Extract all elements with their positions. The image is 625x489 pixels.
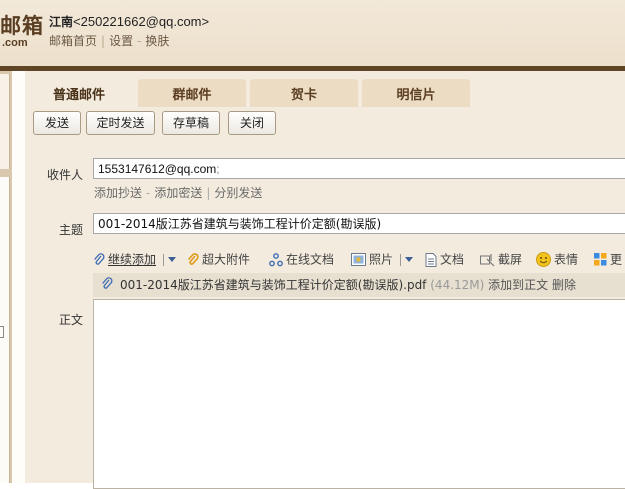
smiley-icon [536,252,551,267]
recipient-options: 添加抄送 - 添加密送 | 分别发送 [94,184,262,201]
mailbox-home-link[interactable]: 邮箱首页 [49,34,97,48]
attachment-size: (44.12M) [430,278,485,292]
sidebar-panel [0,74,10,169]
add-to-body-link[interactable]: 添加到正文 [488,278,548,292]
subject-field[interactable]: 001-2014版江苏省建筑与装饰工程计价定额(勘误版) [93,213,625,234]
grid-apps-icon [594,253,607,266]
sidebar-edge [0,71,12,483]
chevron-down-icon[interactable] [404,257,413,262]
emoji-label: 表情 [554,252,579,267]
save-draft-button[interactable]: 存草稿 [162,111,220,135]
send-button[interactable]: 发送 [33,111,81,135]
tab-group-mail[interactable]: 群邮件 [138,79,246,107]
document-button[interactable]: 文档 [425,250,464,268]
recipient-address: 1553147612@qq.com [98,162,217,176]
body-editor[interactable] [93,299,625,489]
delete-attachment-link[interactable]: 删除 [552,278,576,292]
separator: | [101,34,106,48]
separator: - [146,186,151,200]
continue-add-attachment-button[interactable]: 继续添加 [93,250,176,268]
subject-text: 001-2014版江苏省建筑与装饰工程计价定额(勘误版) [98,217,382,231]
continue-add-label: 继续添加 [108,252,157,267]
screenshot-label: 截屏 [498,252,523,267]
sidebar-collapse-handle[interactable] [0,326,4,338]
document-label: 文档 [440,252,465,267]
split-send-link[interactable]: 分别发送 [214,186,262,200]
compose-toolbar: 发送 定时发送 存草稿 关闭 [25,107,625,141]
attachment-toolbar: 继续添加 超大附件 在线文档 照片 文档 截屏 表情 更 [93,248,625,270]
large-attachment-icon [187,252,199,265]
online-doc-button[interactable]: 在线文档 [269,250,334,268]
add-bcc-link[interactable]: 添加密送 [154,186,202,200]
separator [399,253,401,266]
more-button[interactable]: 更 [594,250,622,268]
compose-form: 收件人 1553147612@qq.com; 添加抄送 - 添加密送 | 分别发送 主题… [25,141,625,489]
tab-greeting-card[interactable]: 贺卡 [250,79,358,107]
settings-link[interactable]: 设置 [109,34,133,48]
user-identity: 江南<250221662@qq.com> [49,13,209,30]
screenshot-button[interactable]: 截屏 [480,250,522,268]
logo-domain: .com [2,37,28,49]
gutter [12,71,25,483]
separator: | [206,186,211,200]
super-attachment-button[interactable]: 超大附件 [187,250,250,268]
scissors-icon [480,253,495,266]
document-icon [425,252,437,267]
photo-icon [351,253,366,266]
more-label: 更 [610,252,623,267]
recipient-label: 收件人 [46,168,83,182]
photo-button[interactable]: 照片 [351,250,413,268]
close-button[interactable]: 关闭 [228,111,276,135]
photo-label: 照片 [369,252,394,267]
tab-normal-mail[interactable]: 普通邮件 [25,79,133,107]
user-email: <250221662@qq.com> [73,14,210,29]
recipient-field[interactable]: 1553147612@qq.com; [93,158,625,179]
scheduled-send-button[interactable]: 定时发送 [86,111,155,135]
separator [162,253,164,266]
logo-text: 邮箱 [0,14,44,38]
subject-label: 主题 [58,223,83,237]
paperclip-icon [102,277,113,289]
header-links: 邮箱首页 | 设置 - 换肤 [49,32,169,49]
recipient-separator: ; [216,162,220,176]
online-doc-icon [269,252,283,266]
chevron-down-icon[interactable] [167,257,176,262]
attachment-info: 001-2014版江苏省建筑与装饰工程计价定额(勘误版).pdf (44.12M… [120,273,576,297]
attachment-item: 001-2014版江苏省建筑与装饰工程计价定额(勘误版).pdf (44.12M… [93,273,625,297]
compose-panel: 普通邮件 群邮件 贺卡 明信片 发送 定时发送 存草稿 关闭 收件人 15531… [25,71,625,489]
attachment-filename: 001-2014版江苏省建筑与装饰工程计价定额(勘误版).pdf [120,278,427,292]
body-label: 正文 [58,313,83,327]
user-name: 江南 [49,15,74,29]
paperclip-icon [94,252,105,265]
add-cc-link[interactable]: 添加抄送 [94,186,142,200]
header: 邮箱 .com 江南<250221662@qq.com> 邮箱首页 | 设置 - 换肤 [0,0,625,66]
tab-postcard[interactable]: 明信片 [362,79,470,107]
emoji-button[interactable]: 表情 [536,250,578,268]
change-skin-link[interactable]: 换肤 [145,34,169,48]
super-attachment-label: 超大附件 [202,252,251,267]
online-doc-label: 在线文档 [286,252,335,267]
separator: - [137,34,142,48]
